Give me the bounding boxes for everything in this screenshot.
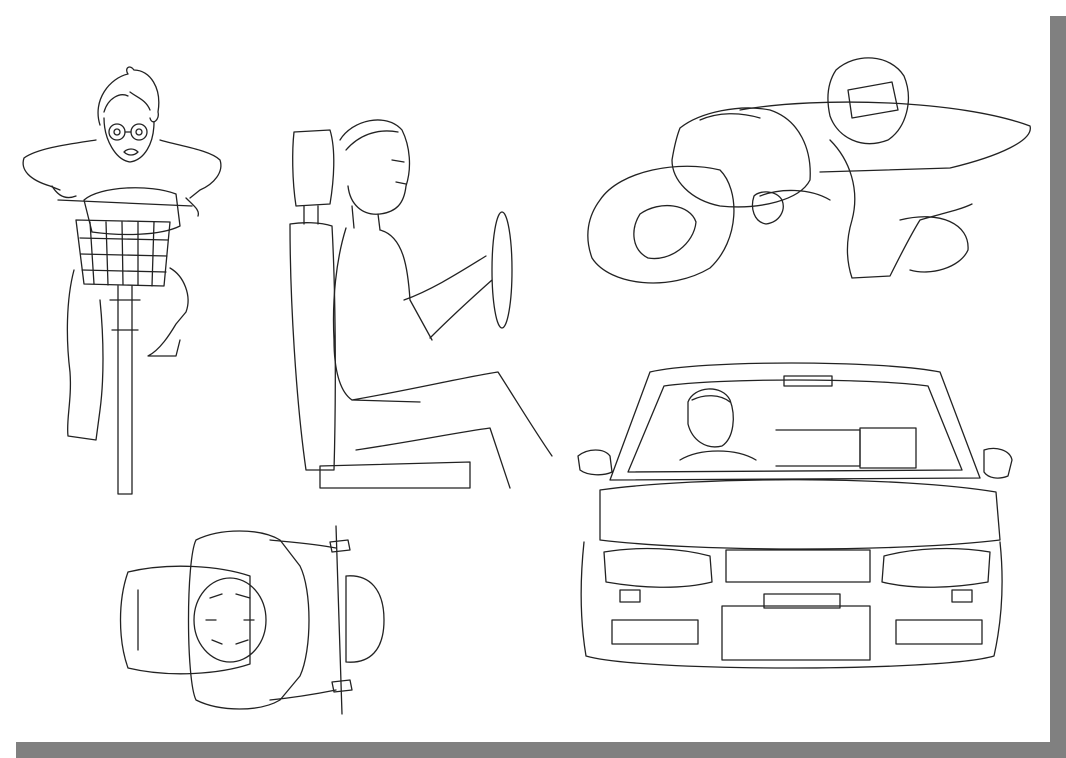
line-art-drawing <box>22 57 1031 715</box>
man-driving-figure <box>289 119 553 489</box>
page-shadow-right <box>1050 16 1066 758</box>
scooter-rider-figure <box>119 525 385 715</box>
motorcycle-rider-figure <box>587 57 1031 284</box>
car-driver-figure <box>577 362 1013 669</box>
sketch-sheet <box>0 0 1050 742</box>
page-shadow-bottom <box>16 742 1066 758</box>
boy-on-bicycle-figure <box>22 66 222 495</box>
